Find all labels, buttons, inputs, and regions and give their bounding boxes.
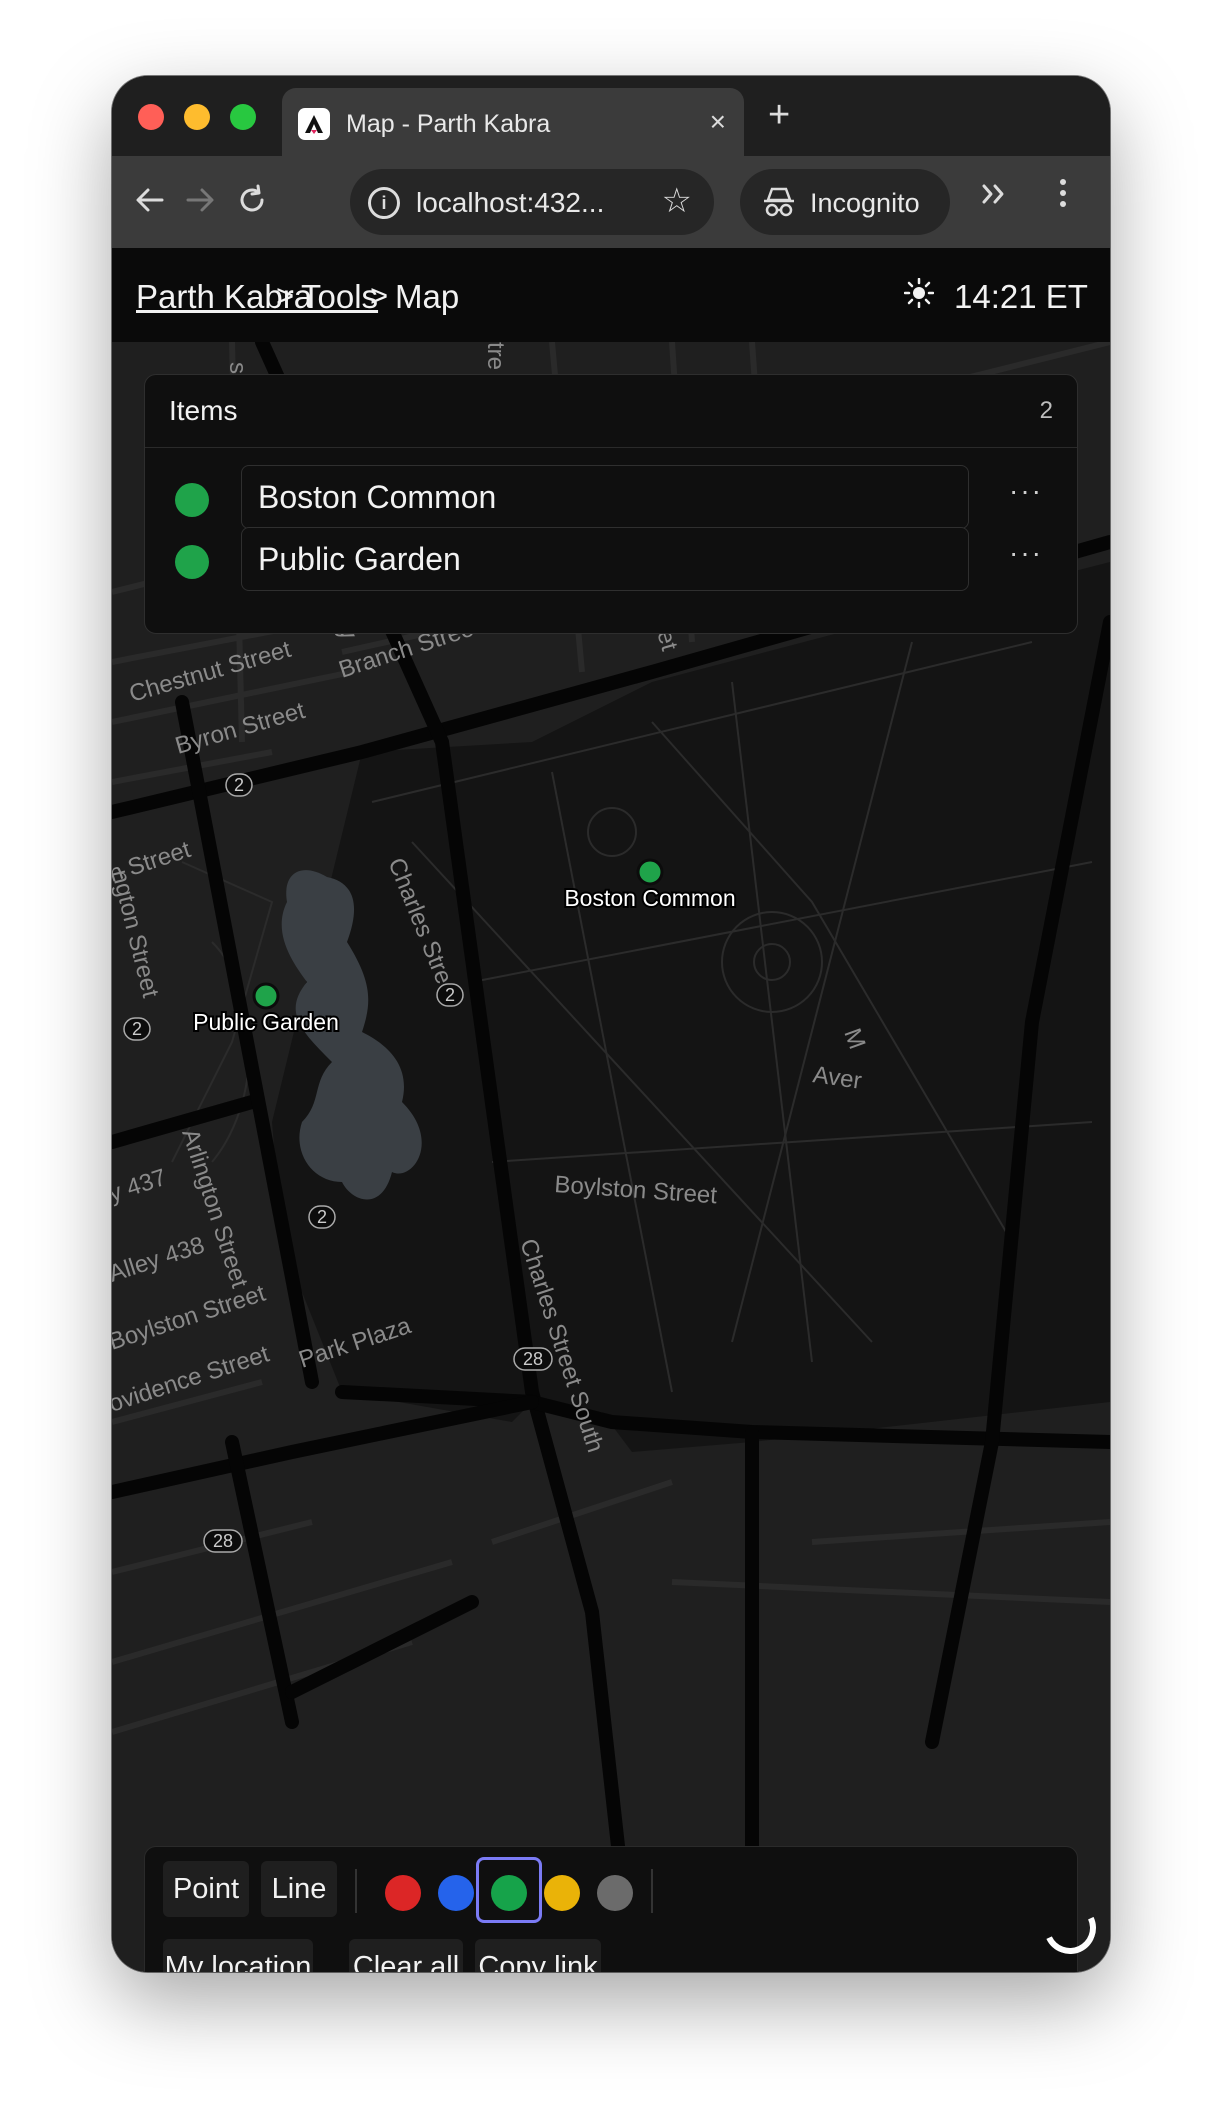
divider [355, 1869, 357, 1913]
drawing-controls: Point Line My location Clear all Copy li… [144, 1846, 1078, 1972]
incognito-label: Incognito [810, 188, 920, 218]
street-label: tre [482, 342, 509, 370]
close-window-button[interactable] [138, 104, 164, 130]
clock-time: 14:21 ET [954, 278, 1088, 315]
browser-tab[interactable]: Map - Parth Kabra × [282, 88, 744, 156]
items-title: Items [169, 395, 238, 426]
color-swatch-gray[interactable] [597, 1875, 633, 1911]
site-info-icon[interactable]: i [368, 187, 400, 219]
my-location-button[interactable]: My location [163, 1939, 313, 1972]
marker-label: Boston Common [564, 885, 735, 911]
items-panel-header: Items 2 [145, 375, 1077, 448]
route-shield: 2 [308, 1205, 336, 1229]
route-shield: 2 [225, 773, 253, 797]
minimize-window-button[interactable] [184, 104, 210, 130]
new-tab-icon[interactable]: + [768, 94, 790, 137]
list-item: ··· [145, 465, 1077, 535]
route-shield: 28 [203, 1529, 243, 1553]
items-panel: Items 2 ··· ··· [144, 374, 1078, 634]
breadcrumb-tools-link[interactable]: Tools [301, 278, 378, 316]
more-options-icon[interactable]: ··· [1009, 475, 1043, 507]
map-canvas[interactable]: Chestnut Street Chestnut Street Branch S… [112, 342, 1110, 1972]
incognito-icon [762, 186, 796, 223]
site-favicon-icon [298, 108, 330, 140]
svg-text:2: 2 [445, 985, 455, 1005]
page-header: Parth Kabra > Tools > Map 14:21 ET [112, 248, 1110, 343]
bookmark-star-icon[interactable]: ☆ [662, 181, 692, 221]
route-shield: 2 [123, 1017, 151, 1041]
forward-arrow-icon[interactable] [184, 184, 216, 225]
svg-text:28: 28 [213, 1531, 233, 1551]
svg-text:28: 28 [523, 1349, 543, 1369]
point-mode-button[interactable]: Point [163, 1861, 249, 1917]
item-name-input[interactable] [241, 527, 969, 591]
divider [651, 1869, 653, 1913]
address-bar[interactable]: i localhost:432... ☆ [350, 169, 714, 235]
clear-all-button[interactable]: Clear all [349, 1939, 463, 1972]
svg-text:2: 2 [234, 775, 244, 795]
browser-toolbar: i localhost:432... ☆ Incognito [112, 156, 1110, 248]
route-shield: 28 [513, 1347, 553, 1371]
marker-label: Public Garden [193, 1009, 339, 1035]
kebab-menu-icon[interactable] [1058, 176, 1068, 219]
tab-title: Map - Parth Kabra [346, 110, 551, 138]
reload-icon[interactable] [236, 184, 268, 225]
copy-link-button[interactable]: Copy link [475, 1939, 601, 1972]
extensions-chevron-icon[interactable] [978, 178, 1010, 219]
incognito-indicator[interactable]: Incognito [740, 169, 950, 235]
browser-window: Map - Parth Kabra × + i localhost:432...… [112, 76, 1110, 1972]
back-arrow-icon[interactable] [134, 184, 166, 225]
list-item: ··· [145, 527, 1077, 597]
breadcrumb-separator: > [370, 278, 389, 313]
color-swatch-blue[interactable] [438, 1875, 474, 1911]
color-swatch-green[interactable] [491, 1875, 527, 1911]
color-swatch-yellow[interactable] [544, 1875, 580, 1911]
svg-text:2: 2 [132, 1019, 142, 1039]
theme-sun-icon[interactable] [903, 277, 935, 317]
line-mode-button[interactable]: Line [261, 1861, 337, 1917]
url-text[interactable]: localhost:432... [416, 187, 604, 219]
route-shield: 2 [436, 983, 464, 1007]
breadcrumb-current: Map [395, 278, 460, 315]
tab-bar: Map - Parth Kabra × + [112, 76, 1110, 156]
tab-close-icon[interactable]: × [710, 106, 726, 138]
items-count: 2 [1039, 397, 1053, 424]
color-swatch-red[interactable] [385, 1875, 421, 1911]
item-name-input[interactable] [241, 465, 969, 529]
more-options-icon[interactable]: ··· [1009, 537, 1043, 569]
item-color-dot[interactable] [175, 545, 209, 579]
breadcrumb-separator: > [276, 278, 295, 313]
item-color-dot[interactable] [175, 483, 209, 517]
maximize-window-button[interactable] [230, 104, 256, 130]
svg-text:2: 2 [317, 1207, 327, 1227]
